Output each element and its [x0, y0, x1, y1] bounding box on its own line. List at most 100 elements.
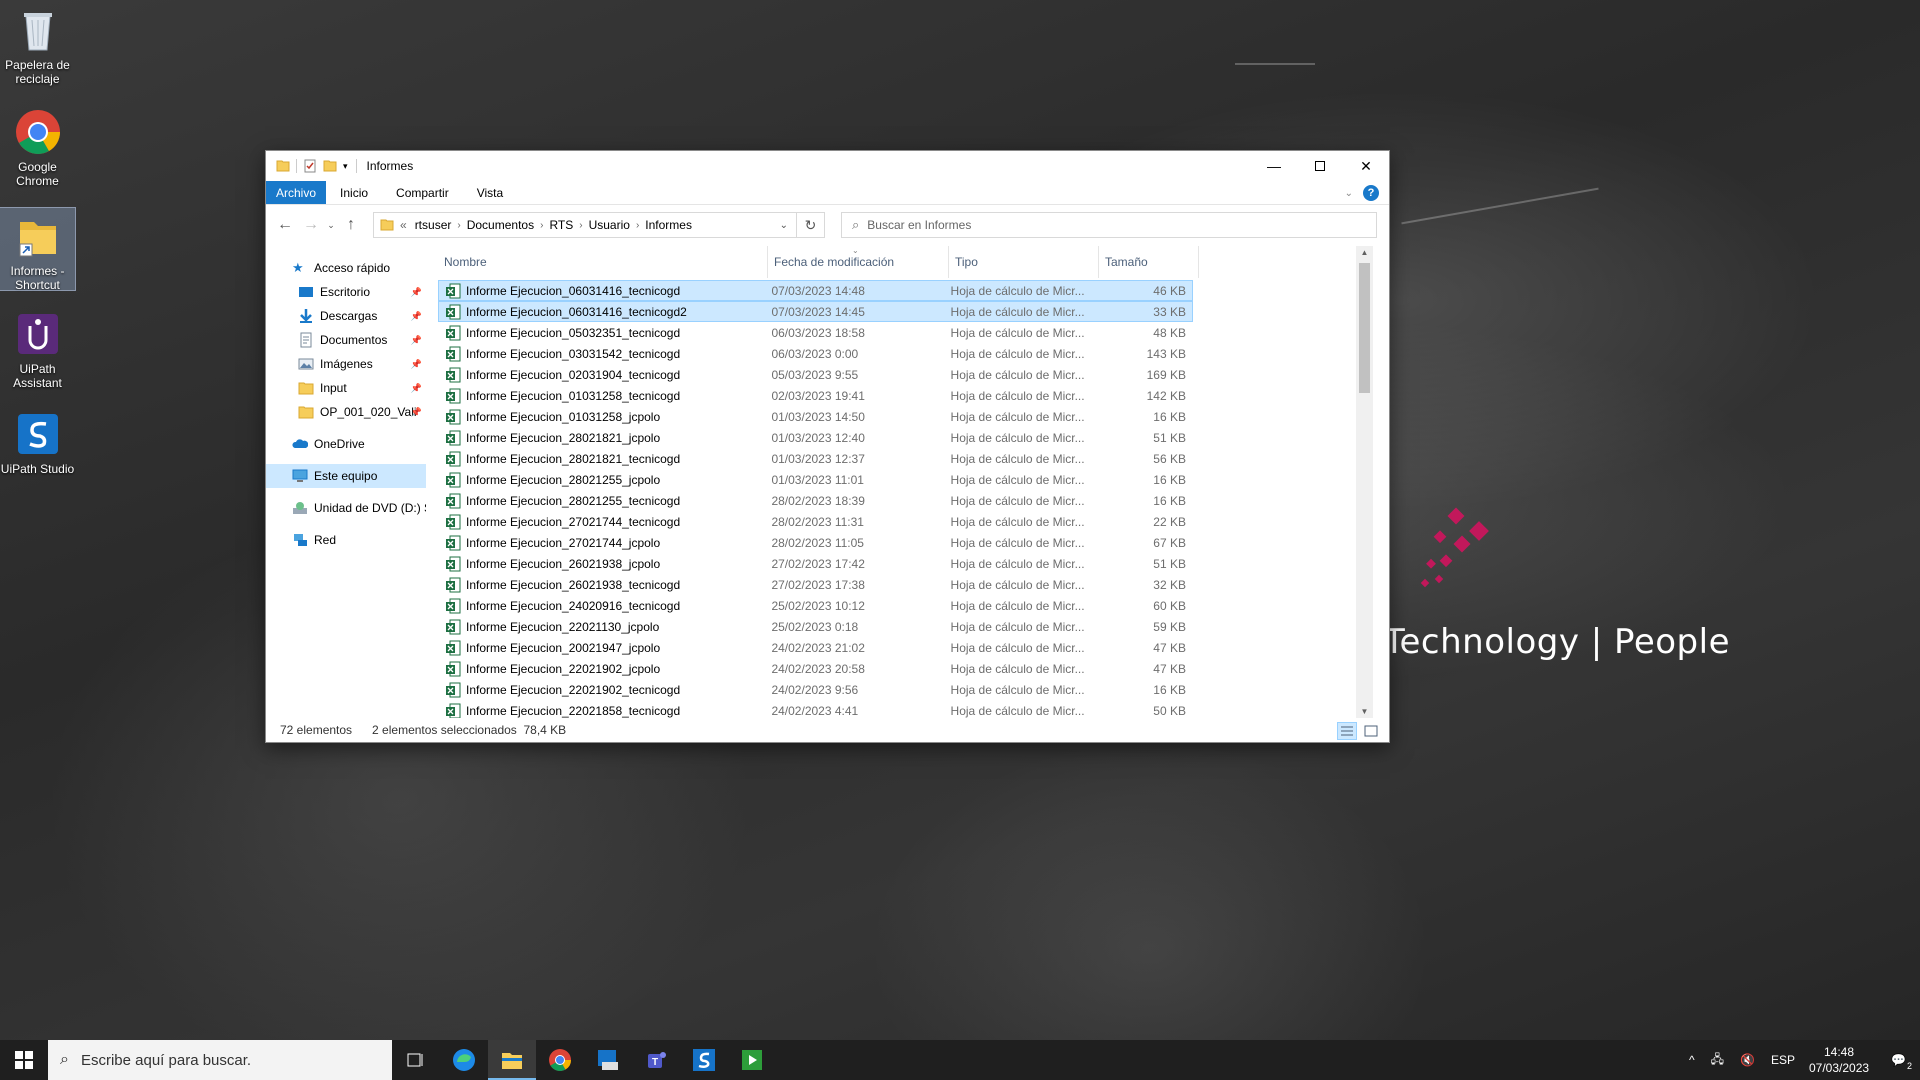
- file-explorer-taskbar-icon[interactable]: [488, 1040, 536, 1080]
- chrome-taskbar-icon[interactable]: [536, 1040, 584, 1080]
- desktop-icon-uipath-assistant[interactable]: UiPath Assistant: [0, 310, 75, 390]
- nav-onedrive[interactable]: OneDrive: [266, 432, 426, 456]
- nav-label: Descargas: [320, 309, 378, 323]
- tab-archivo[interactable]: Archivo: [266, 181, 327, 204]
- vertical-scrollbar[interactable]: ▲ ▼: [1356, 246, 1373, 718]
- new-folder-icon[interactable]: [323, 159, 337, 173]
- file-row[interactable]: Informe Ejecucion_24020916_tecnicogd 25/0…: [438, 595, 1193, 616]
- pin-icon[interactable]: 📌: [411, 407, 422, 418]
- file-row[interactable]: Informe Ejecucion_03031542_tecnicogd 06/0…: [438, 343, 1193, 364]
- pin-icon[interactable]: 📌: [411, 359, 422, 370]
- notifications-icon[interactable]: 💬 2: [1891, 1053, 1912, 1071]
- help-icon[interactable]: ?: [1363, 185, 1379, 201]
- pin-icon[interactable]: 📌: [411, 311, 422, 322]
- breadcrumb-rtsuser[interactable]: rtsuser: [415, 218, 452, 232]
- file-row[interactable]: Informe Ejecucion_28021821_tecnicogd 01/0…: [438, 448, 1193, 469]
- chevron-down-icon[interactable]: ⌄: [780, 220, 788, 231]
- desktop-icon-uipath-studio[interactable]: UiPath Studio: [0, 410, 75, 476]
- expand-ribbon-icon[interactable]: ⌄: [1345, 188, 1353, 199]
- column-header-type[interactable]: Tipo: [949, 246, 1099, 278]
- recent-locations-icon[interactable]: ⌄: [324, 220, 338, 231]
- file-row[interactable]: Informe Ejecucion_27021744_jcpolo 28/02/2…: [438, 532, 1193, 553]
- search-input[interactable]: ⌕ Buscar en Informes: [841, 212, 1377, 238]
- file-row[interactable]: Informe Ejecucion_22021902_tecnicogd 24/0…: [438, 679, 1193, 700]
- breadcrumb-informes[interactable]: Informes: [645, 218, 692, 232]
- nav-op-folder[interactable]: OP_001_020_Vali 📌: [266, 400, 426, 424]
- nav-documentos[interactable]: Documentos 📌: [266, 328, 426, 352]
- uipath-app-icon[interactable]: [584, 1040, 632, 1080]
- pin-icon[interactable]: 📌: [411, 287, 422, 298]
- refresh-icon[interactable]: ↻: [797, 212, 825, 238]
- desktop-icon-informes-shortcut[interactable]: Informes - Shortcut: [0, 207, 76, 292]
- file-row[interactable]: Informe Ejecucion_20021947_jcpolo 24/02/2…: [438, 637, 1193, 658]
- properties-icon[interactable]: [303, 159, 317, 173]
- taskbar-search-input[interactable]: ⌕ Escribe aquí para buscar.: [48, 1040, 392, 1080]
- large-icons-view-icon[interactable]: [1361, 722, 1381, 740]
- nav-quick-access[interactable]: ★ Acceso rápido: [266, 256, 426, 280]
- nav-este-equipo[interactable]: Este equipo: [266, 464, 426, 488]
- file-row[interactable]: Informe Ejecucion_26021938_jcpolo 27/02/2…: [438, 553, 1193, 574]
- file-row[interactable]: Informe Ejecucion_01031258_jcpolo 01/03/2…: [438, 406, 1193, 427]
- quick-access-dropdown-icon[interactable]: ▾: [343, 161, 348, 172]
- breadcrumb-overflow[interactable]: «: [400, 218, 407, 232]
- title-bar[interactable]: ▾ Informes — ✕: [266, 151, 1389, 181]
- scrollbar-thumb[interactable]: [1359, 263, 1370, 393]
- nav-red[interactable]: Red: [266, 528, 426, 552]
- file-row[interactable]: Informe Ejecucion_05032351_tecnicogd 06/0…: [438, 322, 1193, 343]
- scroll-up-icon[interactable]: ▲: [1356, 248, 1373, 257]
- edge-icon[interactable]: [440, 1040, 488, 1080]
- file-row[interactable]: Informe Ejecucion_01031258_tecnicogd 02/0…: [438, 385, 1193, 406]
- file-row[interactable]: Informe Ejecucion_02031904_tecnicogd 05/0…: [438, 364, 1193, 385]
- file-row[interactable]: Informe Ejecucion_22021130_jcpolo 25/02/2…: [438, 616, 1193, 637]
- network-status-icon[interactable]: 🖧: [1711, 1050, 1724, 1071]
- chevron-right-icon[interactable]: ›: [636, 220, 639, 231]
- close-button[interactable]: ✕: [1343, 151, 1389, 181]
- breadcrumb-usuario[interactable]: Usuario: [589, 218, 630, 232]
- clock[interactable]: 14:48 07/03/2023: [1809, 1044, 1869, 1076]
- nav-dvd-drive[interactable]: Unidad de DVD (D:) S: [266, 496, 426, 520]
- forward-arrow-icon[interactable]: →: [298, 216, 324, 234]
- file-row[interactable]: Informe Ejecucion_28021255_jcpolo 01/03/2…: [438, 469, 1193, 490]
- nav-descargas[interactable]: Descargas 📌: [266, 304, 426, 328]
- uipath-studio-taskbar-icon[interactable]: [680, 1040, 728, 1080]
- tab-inicio[interactable]: Inicio: [326, 181, 382, 204]
- file-row[interactable]: Informe Ejecucion_28021255_tecnicogd 28/0…: [438, 490, 1193, 511]
- teams-icon[interactable]: T: [632, 1040, 680, 1080]
- chevron-right-icon[interactable]: ›: [579, 220, 582, 231]
- chevron-up-icon[interactable]: ^: [1689, 1053, 1695, 1067]
- file-row[interactable]: Informe Ejecucion_06031416_tecnicogd 07/0…: [438, 280, 1193, 301]
- back-arrow-icon[interactable]: ←: [272, 216, 298, 234]
- file-row[interactable]: Informe Ejecucion_27021744_tecnicogd 28/0…: [438, 511, 1193, 532]
- nav-input[interactable]: Input 📌: [266, 376, 426, 400]
- tab-vista[interactable]: Vista: [463, 181, 517, 204]
- column-header-name[interactable]: Nombre: [438, 246, 768, 278]
- nav-imagenes[interactable]: Imágenes 📌: [266, 352, 426, 376]
- task-view-icon[interactable]: [392, 1040, 440, 1080]
- maximize-button[interactable]: [1297, 151, 1343, 181]
- desktop-icon-chrome[interactable]: Google Chrome: [0, 108, 75, 188]
- uipath-player-icon[interactable]: [728, 1040, 776, 1080]
- column-header-size[interactable]: Tamaño: [1099, 246, 1199, 278]
- chevron-right-icon[interactable]: ›: [457, 220, 460, 231]
- file-row[interactable]: Informe Ejecucion_26021938_tecnicogd 27/0…: [438, 574, 1193, 595]
- pin-icon[interactable]: 📌: [411, 335, 422, 346]
- windows-start-icon[interactable]: [0, 1040, 48, 1080]
- language-indicator[interactable]: ESP: [1771, 1053, 1795, 1067]
- file-row[interactable]: Informe Ejecucion_06031416_tecnicogd2 07/…: [438, 301, 1193, 322]
- details-view-icon[interactable]: [1337, 722, 1357, 740]
- up-arrow-icon[interactable]: ↑: [338, 216, 364, 234]
- breadcrumb-documentos[interactable]: Documentos: [467, 218, 534, 232]
- file-row[interactable]: Informe Ejecucion_22021858_tecnicogd 24/0…: [438, 700, 1193, 718]
- minimize-button[interactable]: —: [1251, 151, 1297, 181]
- chevron-right-icon[interactable]: ›: [540, 220, 543, 231]
- breadcrumb-rts[interactable]: RTS: [549, 218, 573, 232]
- nav-escritorio[interactable]: Escritorio 📌: [266, 280, 426, 304]
- file-row[interactable]: Informe Ejecucion_28021821_jcpolo 01/03/2…: [438, 427, 1193, 448]
- address-bar[interactable]: « rtsuser › Documentos › RTS › Usuario ›…: [373, 212, 797, 238]
- pin-icon[interactable]: 📌: [411, 383, 422, 394]
- file-row[interactable]: Informe Ejecucion_22021902_jcpolo 24/02/2…: [438, 658, 1193, 679]
- scroll-down-icon[interactable]: ▼: [1356, 707, 1373, 716]
- volume-muted-icon[interactable]: 🔇: [1740, 1053, 1755, 1067]
- tab-compartir[interactable]: Compartir: [382, 181, 463, 204]
- desktop-icon-recycle-bin[interactable]: Papelera de reciclaje: [0, 6, 75, 86]
